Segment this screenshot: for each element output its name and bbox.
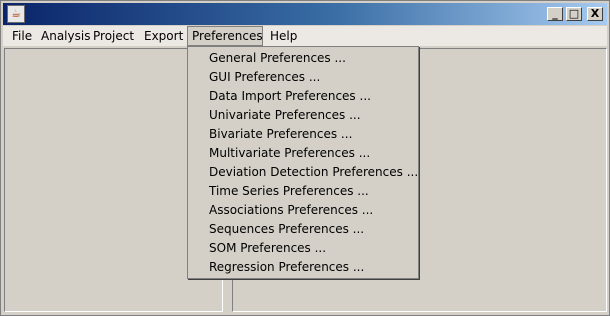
title-bar[interactable]: ☕ _ □ X <box>3 3 607 25</box>
close-icon: X <box>590 7 600 20</box>
minimize-button[interactable]: _ <box>547 7 563 21</box>
preferences-dropdown: General Preferences ... GUI Preferences … <box>187 46 419 279</box>
close-button[interactable]: X <box>587 7 603 21</box>
menu-help[interactable]: Help <box>266 26 301 46</box>
menu-item-associations-preferences[interactable]: Associations Preferences ... <box>209 201 373 220</box>
menu-preferences[interactable]: Preferences <box>187 26 263 46</box>
menu-item-time-series-preferences[interactable]: Time Series Preferences ... <box>209 182 369 201</box>
minimize-icon: _ <box>552 7 558 20</box>
menu-item-deviation-detection-preferences[interactable]: Deviation Detection Preferences ... <box>209 163 418 182</box>
menu-file[interactable]: File <box>8 26 36 46</box>
maximize-icon: □ <box>568 7 580 20</box>
menu-bar: File Analysis Project Export Preferences… <box>3 26 607 46</box>
application-window: ☕ _ □ X File Analysis Project Export Pre… <box>0 0 610 316</box>
menu-item-gui-preferences[interactable]: GUI Preferences ... <box>209 68 320 87</box>
menu-item-bivariate-preferences[interactable]: Bivariate Preferences ... <box>209 125 352 144</box>
java-cup-icon[interactable]: ☕ <box>7 5 25 23</box>
menu-item-data-import-preferences[interactable]: Data Import Preferences ... <box>209 87 371 106</box>
menu-item-som-preferences[interactable]: SOM Preferences ... <box>209 239 326 258</box>
maximize-button[interactable]: □ <box>566 7 582 21</box>
menu-project[interactable]: Project <box>89 26 138 46</box>
menu-analysis[interactable]: Analysis <box>37 26 94 46</box>
menu-item-regression-preferences[interactable]: Regression Preferences ... <box>209 258 364 277</box>
menu-item-sequences-preferences[interactable]: Sequences Preferences ... <box>209 220 364 239</box>
menu-item-general-preferences[interactable]: General Preferences ... <box>209 49 346 68</box>
menu-item-univariate-preferences[interactable]: Univariate Preferences ... <box>209 106 361 125</box>
menu-export[interactable]: Export <box>140 26 187 46</box>
menu-item-multivariate-preferences[interactable]: Multivariate Preferences ... <box>209 144 370 163</box>
